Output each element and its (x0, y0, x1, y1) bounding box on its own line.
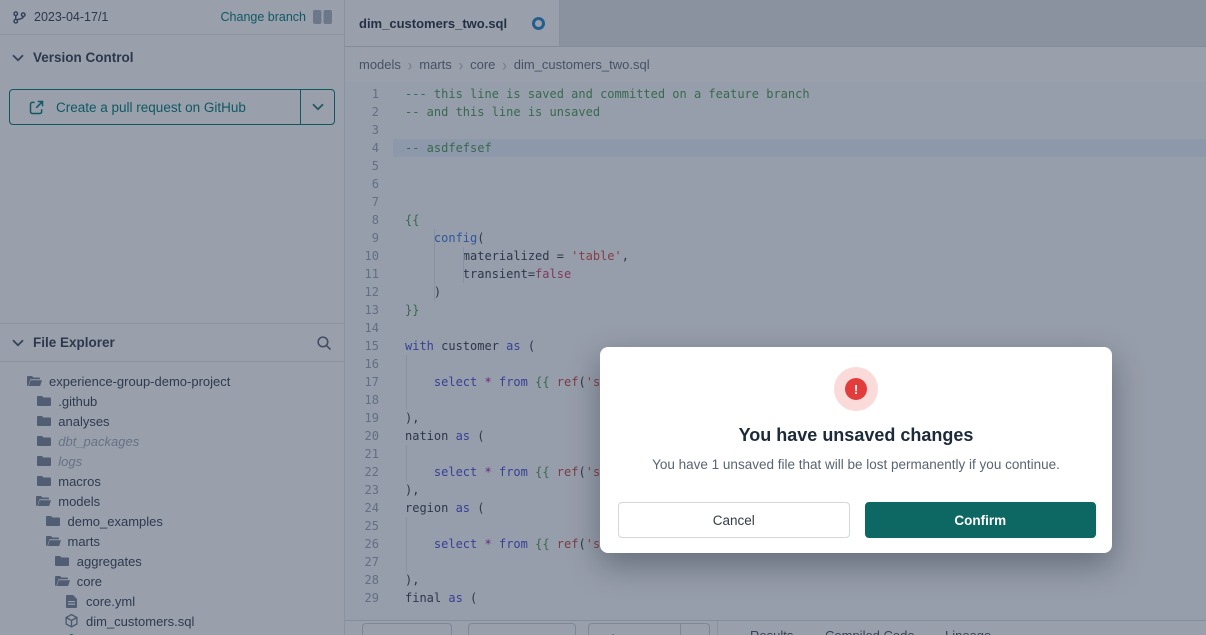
modal-body-text: You have 1 unsaved file that will be los… (600, 457, 1112, 472)
confirm-button[interactable]: Confirm (865, 502, 1097, 538)
cancel-button[interactable]: Cancel (618, 502, 850, 538)
unsaved-changes-modal: ! You have unsaved changes You have 1 un… (600, 347, 1112, 553)
error-alert-icon: ! (834, 367, 878, 411)
modal-title: You have unsaved changes (600, 425, 1112, 446)
modal-actions: Cancel Confirm (618, 502, 1096, 538)
